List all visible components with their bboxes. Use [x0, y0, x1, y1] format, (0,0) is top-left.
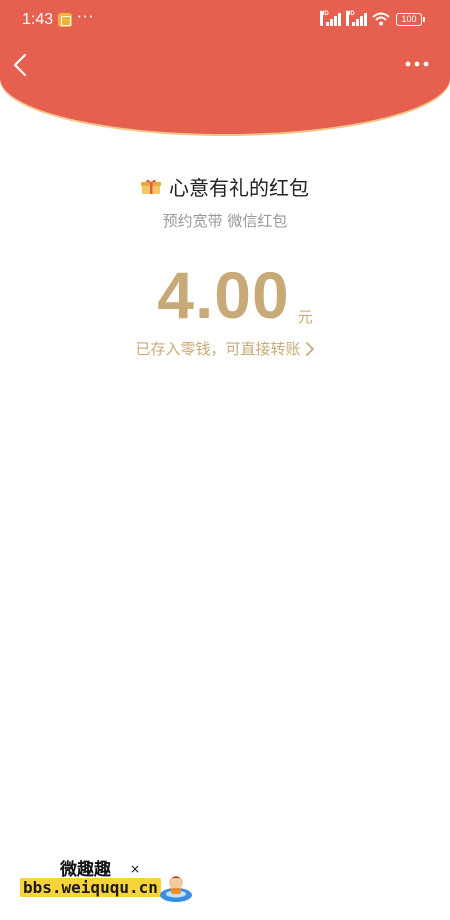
status-time: 1:43 [22, 11, 54, 28]
stored-in-balance-link[interactable]: 已存入零钱，可直接转账 [0, 338, 450, 359]
watermark-url: bbs.weiququ.cn [20, 878, 161, 897]
red-packet-title-row: 心意有礼的红包 [0, 172, 450, 201]
battery-indicator: 100 [396, 13, 425, 26]
watermark-title: 微趣趣 [60, 860, 111, 880]
wifi-icon [372, 12, 390, 26]
signal-hd-label-2: HD [346, 11, 355, 26]
status-icons: HD HD 100 [320, 11, 425, 26]
stored-in-balance-text: 已存入零钱，可直接转账 [135, 340, 301, 358]
more-options-button[interactable] [404, 56, 430, 72]
watermark-mark: × [130, 862, 141, 876]
amount-unit: 元 [297, 308, 313, 326]
signal-icon: HD [320, 11, 341, 26]
gift-box-icon [141, 179, 161, 194]
red-packet-subtitle: 预约宽带 微信红包 [162, 212, 288, 230]
mascot-icon [160, 876, 192, 902]
notification-app-icon [58, 13, 72, 27]
status-bar: 1:43 ··· HD HD 100 [0, 0, 450, 40]
red-packet-amount: 4.00 [157, 258, 290, 332]
signal-hd-label: HD [320, 11, 329, 26]
chevron-left-icon [13, 53, 27, 77]
watermark: 微趣趣 × bbs.weiququ.cn [20, 850, 200, 910]
chevron-right-icon [305, 341, 314, 356]
status-more-notifications: ··· [77, 8, 95, 26]
red-packet-title: 心意有礼的红包 [169, 176, 309, 200]
back-button[interactable] [8, 50, 34, 80]
signal-icon-2: HD [346, 11, 367, 26]
amount-row: 4.00 元 [0, 255, 450, 335]
more-dots-icon [405, 61, 411, 67]
